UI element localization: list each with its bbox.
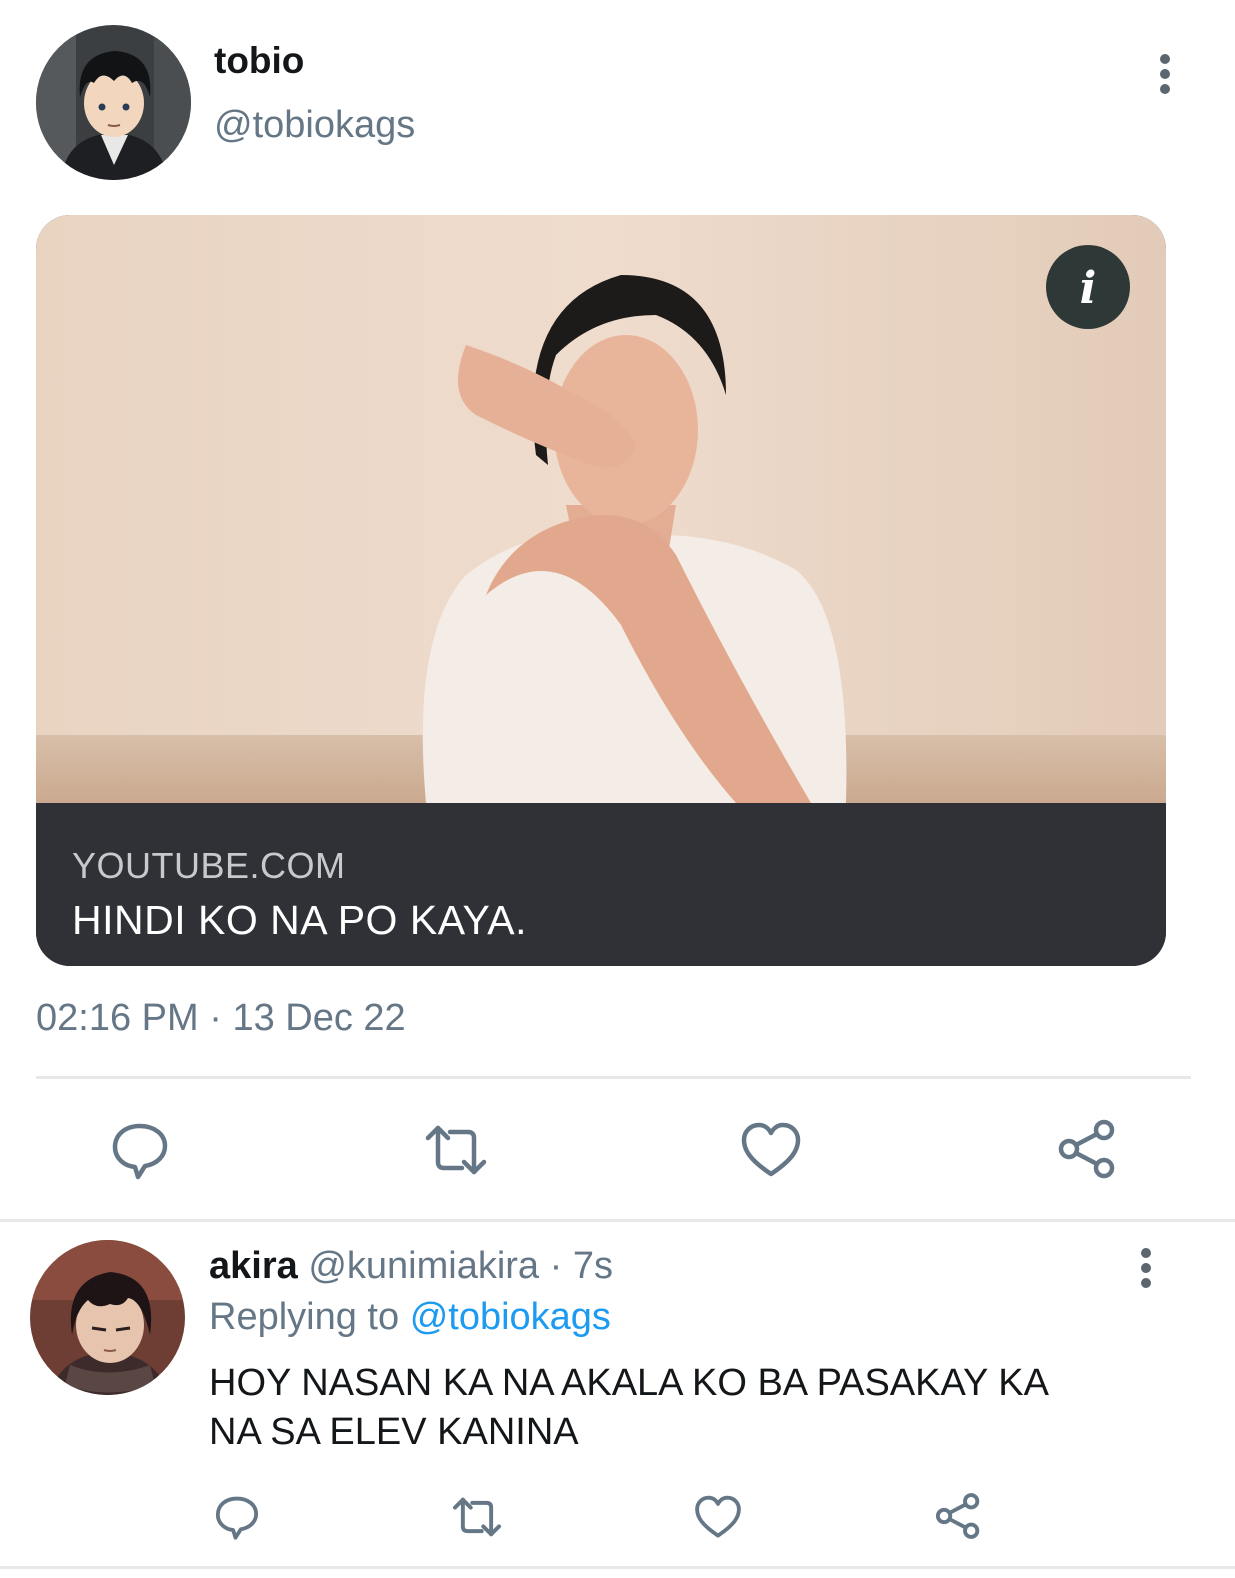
reply-display-name[interactable]: akira (209, 1245, 298, 1287)
card-info-bar: YOUTUBE.COM HINDI KO NA PO KAYA. (36, 803, 1166, 966)
reply-reply-icon[interactable] (212, 1492, 262, 1542)
reply-handle[interactable]: @kunimiakira (308, 1245, 539, 1287)
reply-header: akira @kunimiakira · 7s (209, 1245, 613, 1288)
author-display-name[interactable]: tobio (214, 40, 304, 82)
card-thumbnail-image: i (36, 215, 1166, 803)
bottom-separator (0, 1566, 1235, 1569)
author-handle[interactable]: @tobiokags (214, 104, 415, 147)
reply-like-icon[interactable] (692, 1492, 744, 1542)
reply-author-avatar[interactable] (30, 1240, 185, 1395)
reply-time-ago: 7s (572, 1245, 613, 1287)
reply-icon[interactable] (108, 1118, 172, 1182)
retweet-icon[interactable] (420, 1118, 492, 1182)
card-domain: YOUTUBE.COM (72, 845, 346, 886)
more-options-icon[interactable] (1145, 52, 1185, 96)
link-preview-card[interactable]: i YOUTUBE.COM HINDI KO NA PO KAYA. (36, 215, 1166, 966)
reply-separator: · (549, 1245, 563, 1287)
replying-prefix: Replying to (209, 1296, 400, 1338)
actions-divider (36, 1076, 1191, 1079)
replying-to-handle[interactable]: @tobiokags (410, 1296, 611, 1338)
tweet-date: 13 Dec 22 (232, 997, 406, 1039)
tweet-separator (0, 1219, 1235, 1222)
reply-retweet-icon[interactable] (448, 1492, 506, 1542)
share-icon[interactable] (1054, 1116, 1120, 1182)
reply-text-line-2: NA SA ELEV KANINA (209, 1411, 579, 1453)
replying-to-line: Replying to @tobiokags (209, 1296, 611, 1339)
timestamp-separator: · (209, 997, 222, 1039)
tweet-timestamp-row: 02:16 PM · 13 Dec 22 (36, 997, 406, 1040)
reply-more-options-icon[interactable] (1126, 1246, 1166, 1290)
reply-text-line-1: HOY NASAN KA NA AKALA KO BA PASAKAY KA (209, 1362, 1049, 1404)
tweet-time: 02:16 PM (36, 997, 199, 1039)
card-title: HINDI KO NA PO KAYA. (72, 897, 528, 943)
reply-share-icon[interactable] (932, 1490, 984, 1542)
svg-text:i: i (1080, 263, 1097, 314)
like-icon[interactable] (738, 1118, 804, 1182)
author-avatar[interactable] (36, 25, 191, 180)
